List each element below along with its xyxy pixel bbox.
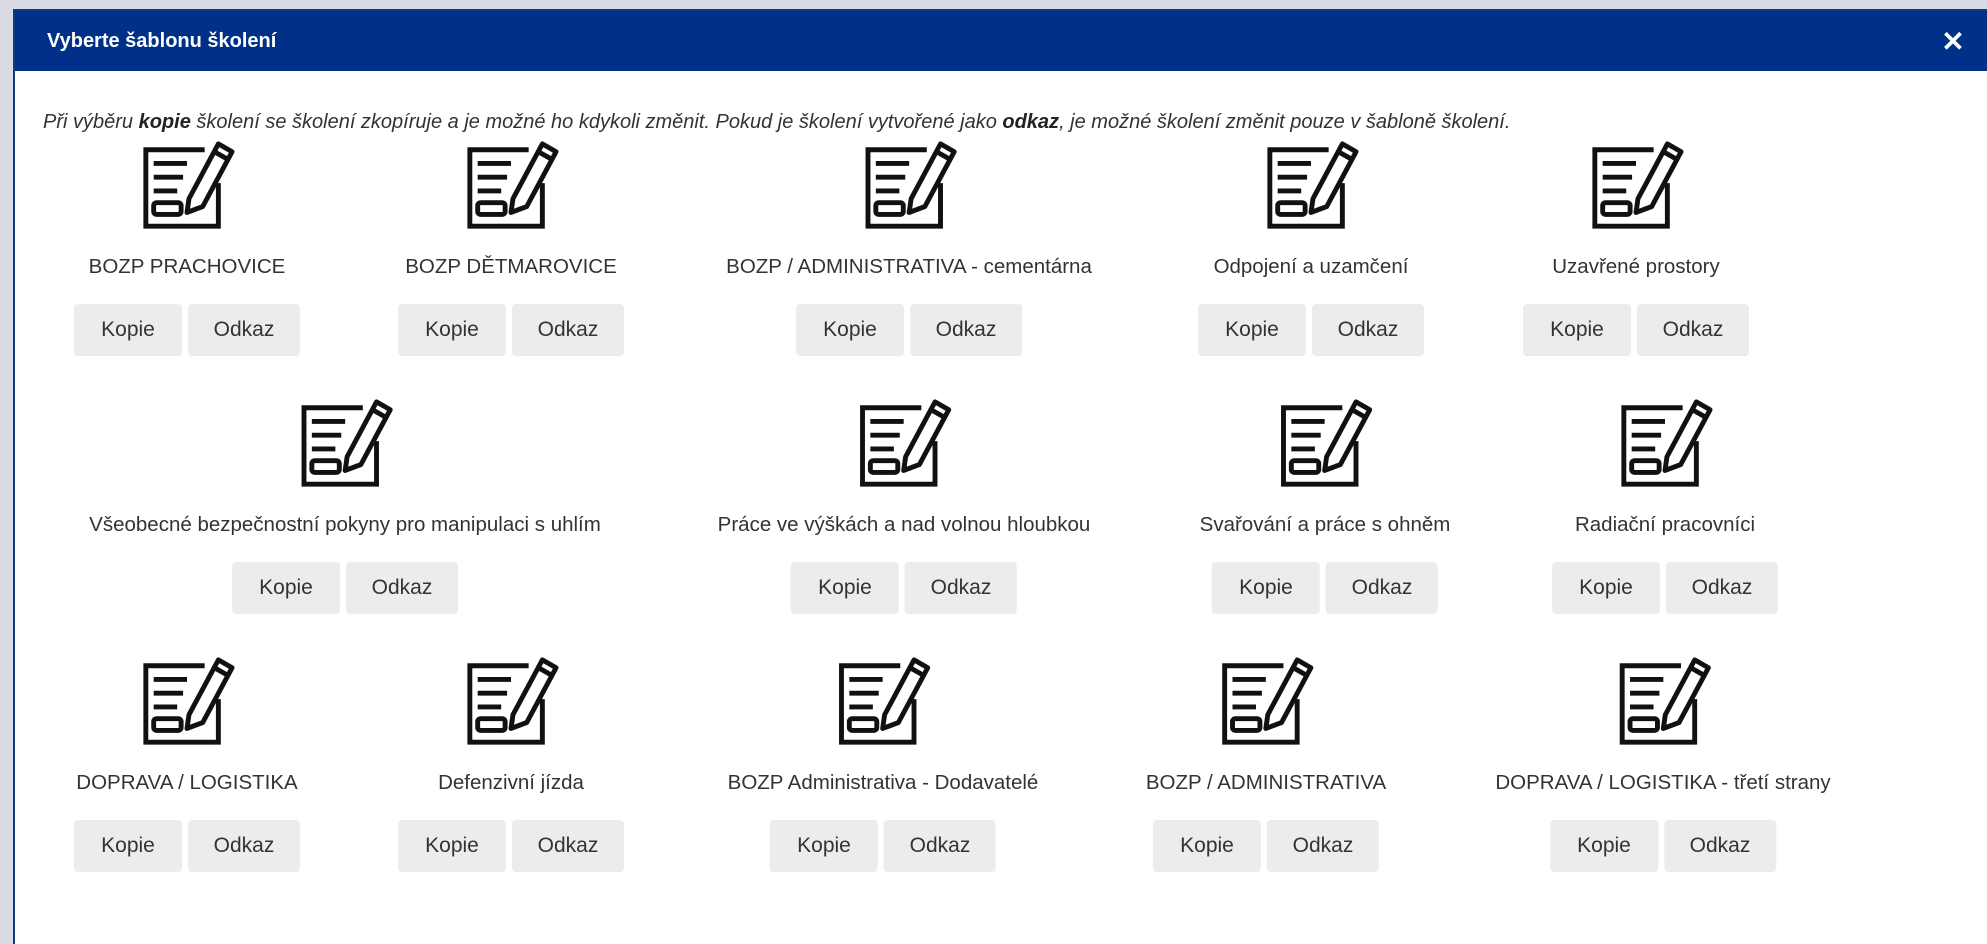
template-tile-content: Radiační pracovníci Kopie Odkaz: [1552, 396, 1778, 614]
template-tile-content: BOZP DĚTMAROVICE Kopie Odkaz: [398, 138, 624, 356]
copy-button[interactable]: Kopie: [1198, 304, 1306, 356]
info-text: Při výběru kopie školení se školení zkop…: [43, 111, 1943, 134]
template-label: BOZP / ADMINISTRATIVA - cementárna: [726, 255, 1092, 278]
template-label: Radiační pracovníci: [1574, 513, 1756, 536]
template-label: DOPRAVA / LOGISTIKA: [76, 771, 298, 794]
template-actions: Kopie Odkaz: [1152, 820, 1379, 872]
copy-button[interactable]: Kopie: [791, 562, 899, 614]
dialog-header: Vyberte šablonu školení ✕: [15, 11, 1987, 71]
link-button[interactable]: Odkaz: [1325, 562, 1438, 614]
template-label: BOZP / ADMINISTRATIVA: [1145, 771, 1387, 794]
close-icon[interactable]: ✕: [1935, 23, 1971, 59]
document-edit-icon: [1217, 654, 1315, 752]
document-edit-icon: [138, 654, 236, 752]
document-edit-icon: [1616, 396, 1714, 494]
template-label: Všeobecné bezpečnostní pokyny pro manipu…: [89, 513, 601, 536]
document-edit-icon: [1262, 138, 1360, 236]
link-button[interactable]: Odkaz: [512, 820, 624, 872]
link-button[interactable]: Odkaz: [1666, 562, 1778, 614]
info-text-part: , je možné školení změnit pouze v šablon…: [1059, 111, 1511, 133]
link-button[interactable]: Odkaz: [512, 304, 624, 356]
document-edit-icon: [1614, 654, 1712, 752]
template-tile-content: BOZP PRACHOVICE Kopie Odkaz: [74, 138, 300, 356]
copy-button[interactable]: Kopie: [231, 562, 340, 614]
template-actions: Kopie Odkaz: [770, 820, 996, 872]
link-button[interactable]: Odkaz: [884, 820, 996, 872]
template-label: Svařování a práce s ohněm: [1199, 513, 1451, 536]
copy-button[interactable]: Kopie: [398, 820, 506, 872]
template-actions: Kopie Odkaz: [231, 562, 458, 614]
template-tile-content: BOZP Administrativa - Dodavatelé Kopie Odk…: [727, 654, 1039, 872]
dialog-title: Vyberte šablonu školení: [47, 29, 277, 52]
document-edit-icon: [296, 396, 394, 494]
copy-button[interactable]: Kopie: [1211, 562, 1320, 614]
copy-button[interactable]: Kopie: [1152, 820, 1261, 872]
template-tile-content: BOZP / ADMINISTRATIVA - cementárna Kopie O…: [726, 138, 1092, 356]
template-actions: Kopie Odkaz: [796, 304, 1022, 356]
copy-button[interactable]: Kopie: [74, 304, 182, 356]
link-button[interactable]: Odkaz: [905, 562, 1017, 614]
template-tile-content: Defenzivní jízda Kopie Odkaz: [398, 654, 624, 872]
template-label: Defenzivní jízda: [438, 771, 584, 794]
template-actions: Kopie Odkaz: [1552, 562, 1778, 614]
document-edit-icon: [462, 138, 560, 236]
template-tile-content: Svařování a práce s ohněm Kopie Odkaz: [1199, 396, 1451, 614]
template-label: BOZP PRACHOVICE: [88, 255, 286, 278]
copy-button[interactable]: Kopie: [796, 304, 904, 356]
template-tile-content: Práce ve výškách a nad volnou hloubkou Ko…: [717, 396, 1091, 614]
template-label: BOZP DĚTMAROVICE: [405, 255, 617, 278]
template-actions: Kopie Odkaz: [1198, 304, 1424, 356]
info-text-bold-link: odkaz: [1002, 111, 1060, 133]
document-edit-icon: [462, 654, 560, 752]
template-tile-content: Všeobecné bezpečnostní pokyny pro manipu…: [89, 396, 601, 614]
template-actions: Kopie Odkaz: [74, 820, 300, 872]
link-button[interactable]: Odkaz: [188, 820, 300, 872]
template-actions: Kopie Odkaz: [398, 304, 624, 356]
link-button[interactable]: Odkaz: [1637, 304, 1749, 356]
template-label: Odpojení a uzamčení: [1213, 255, 1409, 278]
template-tile-content: DOPRAVA / LOGISTIKA - třetí strany Kopie O…: [1495, 654, 1831, 872]
document-edit-icon: [855, 396, 953, 494]
document-edit-icon: [860, 138, 958, 236]
template-tile-content: Uzavřené prostory Kopie Odkaz: [1523, 138, 1749, 356]
template-actions: Kopie Odkaz: [74, 304, 300, 356]
template-actions: Kopie Odkaz: [1550, 820, 1776, 872]
link-button[interactable]: Odkaz: [188, 304, 300, 356]
template-actions: Kopie Odkaz: [1523, 304, 1749, 356]
info-text-part: školení se školení zkopíruje a je možné …: [190, 111, 1003, 133]
info-text-part: Při výběru: [43, 111, 139, 133]
link-button[interactable]: Odkaz: [1266, 820, 1379, 872]
template-tile-content: Odpojení a uzamčení Kopie Odkaz: [1198, 138, 1424, 356]
template-label: DOPRAVA / LOGISTIKA - třetí strany: [1495, 771, 1831, 794]
template-tile-content: DOPRAVA / LOGISTIKA Kopie Odkaz: [74, 654, 300, 872]
copy-button[interactable]: Kopie: [74, 820, 182, 872]
document-edit-icon: [1276, 396, 1374, 494]
link-button[interactable]: Odkaz: [1664, 820, 1776, 872]
info-text-bold-copy: kopie: [138, 111, 191, 133]
template-label: Práce ve výškách a nad volnou hloubkou: [717, 513, 1091, 536]
template-tile-content: BOZP / ADMINISTRATIVA Kopie Odkaz: [1146, 654, 1386, 872]
document-edit-icon: [138, 138, 236, 236]
copy-button[interactable]: Kopie: [770, 820, 878, 872]
copy-button[interactable]: Kopie: [1552, 562, 1660, 614]
copy-button[interactable]: Kopie: [1550, 820, 1658, 872]
copy-button[interactable]: Kopie: [398, 304, 506, 356]
template-actions: Kopie Odkaz: [1211, 562, 1438, 614]
template-label: BOZP Administrativa - Dodavatelé: [727, 771, 1039, 794]
document-edit-icon: [1587, 138, 1685, 236]
template-label: Uzavřené prostory: [1552, 255, 1720, 278]
link-button[interactable]: Odkaz: [345, 562, 458, 614]
link-button[interactable]: Odkaz: [1312, 304, 1424, 356]
link-button[interactable]: Odkaz: [910, 304, 1022, 356]
template-actions: Kopie Odkaz: [791, 562, 1017, 614]
copy-button[interactable]: Kopie: [1523, 304, 1631, 356]
template-dialog: Vyberte šablonu školení ✕ Při výběru kop…: [13, 9, 1987, 944]
template-actions: Kopie Odkaz: [398, 820, 624, 872]
document-edit-icon: [834, 654, 932, 752]
